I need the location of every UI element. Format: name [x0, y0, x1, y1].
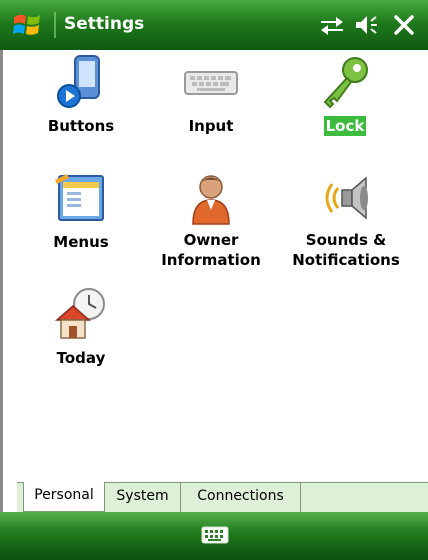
app-title: Settings	[64, 14, 145, 34]
keyboard-icon[interactable]	[200, 524, 230, 546]
tab-label: Connections	[197, 488, 284, 504]
settings-item-lock[interactable]: Lock	[285, 54, 405, 136]
keyboard-input-icon	[184, 71, 238, 95]
settings-item-sounds-notifications[interactable]: Sounds & Notifications	[281, 170, 411, 270]
tab-bar: Personal System Connections	[0, 480, 428, 512]
item-label: Owner Information	[161, 231, 261, 269]
tab-personal[interactable]: Personal	[23, 482, 105, 512]
item-label: Menus	[53, 233, 109, 251]
close-icon[interactable]	[392, 12, 416, 38]
tab-label: Personal	[34, 487, 94, 503]
title-bar: Settings	[0, 0, 428, 50]
item-label: Today	[56, 349, 106, 367]
tab-connections[interactable]: Connections	[181, 483, 301, 512]
connectivity-icon[interactable]	[318, 12, 346, 38]
buttons-icon	[57, 55, 100, 108]
settings-item-buttons[interactable]: Buttons	[21, 54, 141, 136]
title-divider	[54, 12, 56, 38]
windows-start-icon[interactable]	[12, 11, 42, 39]
soft-key-bar	[0, 512, 428, 560]
today-house-clock-icon	[55, 288, 105, 339]
owner-person-icon	[192, 175, 230, 225]
tab-system[interactable]: System	[105, 483, 181, 512]
item-label: Buttons	[47, 117, 115, 135]
settings-item-owner-information[interactable]: Owner Information	[151, 170, 271, 270]
speaker-sound-icon	[325, 176, 368, 220]
item-label: Lock	[323, 116, 367, 136]
item-label: Sounds & Notifications	[292, 231, 400, 269]
volume-icon[interactable]	[352, 12, 380, 38]
key-lock-icon	[323, 57, 368, 109]
item-label: Input	[188, 117, 234, 135]
tab-strip: Personal System Connections	[17, 482, 428, 512]
settings-item-menus[interactable]: Menus	[21, 170, 141, 252]
settings-panel: Buttons Input Lock Menus Owner Informati…	[0, 50, 428, 480]
settings-item-today[interactable]: Today	[21, 286, 141, 368]
menus-icon	[55, 174, 104, 221]
tab-label: System	[116, 488, 169, 504]
settings-item-input[interactable]: Input	[151, 54, 271, 136]
